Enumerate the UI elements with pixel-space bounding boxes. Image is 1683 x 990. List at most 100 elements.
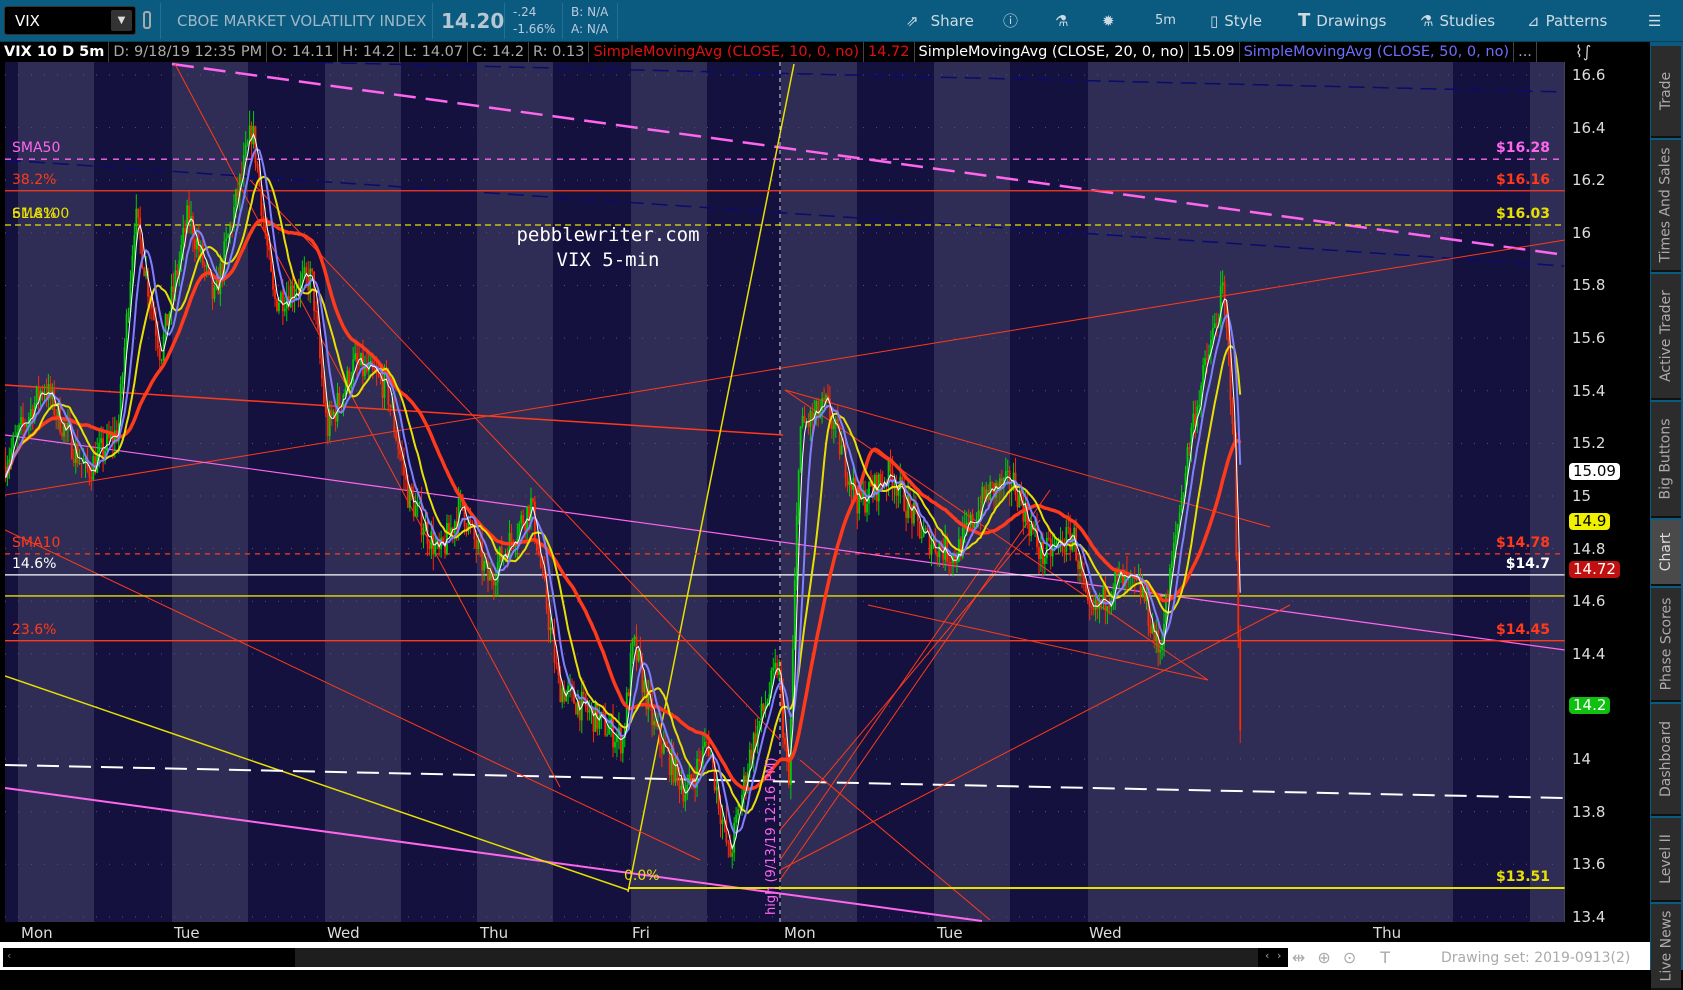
candle-body — [1180, 497, 1183, 513]
candle-body — [727, 842, 730, 844]
candle-body — [246, 141, 249, 145]
time-tick: Wed — [1089, 924, 1122, 942]
time-tick: Mon — [784, 924, 816, 942]
candle-body — [774, 662, 777, 668]
candle-body — [90, 476, 93, 480]
text-t-icon[interactable]: T — [1380, 948, 1390, 967]
scroll-right-icon[interactable]: › — [1277, 949, 1281, 962]
candle-body — [879, 474, 882, 484]
candle-body — [311, 268, 314, 272]
candle-body — [248, 125, 251, 142]
level-label-left: SMA50 — [12, 140, 61, 157]
price-chart[interactable]: pebblewriter.com VIX 5-min 0.0% high (9/… — [0, 0, 1565, 922]
sidebar-tab-level-ii[interactable]: Level II — [1651, 818, 1681, 902]
sidebar-tab-label: Level II — [1658, 834, 1675, 884]
watermark-line1: pebblewriter.com — [516, 224, 699, 246]
candle-body — [643, 680, 646, 693]
candle-body — [358, 362, 360, 365]
sidebar-tab-times-and-sales[interactable]: Times And Sales — [1651, 140, 1681, 272]
candle-body — [524, 524, 527, 531]
crosshair-icon[interactable]: ⊕ — [1317, 948, 1330, 967]
scroll-left-icon[interactable]: ‹ — [7, 949, 11, 962]
candle-body — [315, 311, 317, 313]
candle-body — [61, 432, 63, 437]
candle-body — [832, 424, 835, 430]
candle-body — [920, 536, 923, 539]
level-label-right: $16.03 — [1495, 205, 1550, 222]
sidebar-tab-active-trader[interactable]: Active Trader — [1651, 274, 1681, 400]
sidebar-tab-label: Chart — [1658, 532, 1675, 572]
level-label-left: 61.8% — [12, 205, 57, 222]
candle-body — [1192, 413, 1195, 428]
candle-body — [830, 420, 833, 430]
candle-body — [856, 496, 859, 514]
drawing-set-label[interactable]: Drawing set: 2019-0913(2) — [1441, 950, 1630, 966]
candle-body — [758, 720, 761, 727]
price-axis-toggle-icon[interactable]: ⌇∫ — [1567, 42, 1647, 62]
candle-body — [690, 774, 693, 782]
sidebar-tab-chart[interactable]: Chart — [1651, 520, 1681, 586]
candle-body — [324, 402, 327, 413]
candle-body — [1016, 495, 1019, 508]
candle-body — [602, 711, 605, 713]
candle-body — [938, 543, 941, 558]
candle-body — [281, 292, 284, 312]
candle-body — [326, 412, 329, 436]
candle-body — [356, 353, 358, 363]
candle-body — [35, 386, 38, 403]
chart-scrollbar[interactable]: ‹ ‹ › — [3, 948, 1288, 967]
time-tick: Thu — [1373, 924, 1402, 942]
sidebar-tab-trade[interactable]: Trade — [1651, 46, 1681, 138]
candle-body — [1063, 551, 1066, 553]
candle-body — [950, 562, 952, 564]
candle-body — [278, 302, 280, 312]
candle-body — [586, 706, 589, 713]
candle-body — [272, 271, 274, 290]
sidebar-tab-big-buttons[interactable]: Big Buttons — [1651, 402, 1681, 518]
sidebar-tab-dashboard[interactable]: Dashboard — [1651, 704, 1681, 816]
zoom-icon[interactable]: ⊙ — [1343, 948, 1356, 967]
candle-body — [213, 287, 216, 299]
time-tick: Thu — [480, 924, 509, 942]
scroll-left-icon[interactable]: ‹ — [1265, 949, 1269, 962]
sidebar-tab-label: Live News — [1658, 910, 1674, 982]
price-tick: 13.4 — [1572, 907, 1606, 926]
candle-body — [205, 265, 208, 267]
candle-body — [803, 415, 806, 423]
candle-body — [784, 737, 786, 745]
candle-body — [330, 409, 333, 416]
level-label-left: 38.2% — [12, 171, 57, 188]
candle-body — [1206, 358, 1208, 360]
candle-body — [793, 580, 796, 650]
time-axis[interactable]: Mon Tue Wed Thu Fri Mon Tue Wed Thu — [0, 922, 1565, 944]
menu-button[interactable]: ☰ — [1648, 0, 1661, 42]
candle-body — [520, 515, 523, 524]
candle-body — [567, 685, 570, 692]
candle-body — [621, 737, 624, 754]
candle-body — [823, 398, 825, 400]
candle-body — [619, 727, 622, 754]
level-label-right: $14.7 — [1505, 555, 1550, 572]
candle-body — [469, 519, 472, 524]
candle-body — [354, 353, 357, 360]
pan-icon[interactable]: ⇹ — [1292, 948, 1305, 967]
sidebar-tab-label: Trade — [1658, 71, 1674, 111]
candle-body — [182, 228, 185, 245]
candle-body — [907, 494, 909, 518]
price-tick: 16.6 — [1572, 66, 1606, 84]
candle-body — [905, 510, 908, 518]
candle-body — [1079, 561, 1081, 570]
candle-body — [194, 239, 196, 250]
scrollbar-thumb[interactable] — [295, 948, 1258, 967]
candle-body — [477, 540, 480, 550]
candle-body — [1008, 470, 1011, 491]
candle-body — [514, 546, 517, 548]
candle-body — [840, 445, 843, 455]
candle-body — [1239, 637, 1242, 731]
sidebar-tab-phase-scores[interactable]: Phase Scores — [1651, 588, 1681, 702]
candle-body — [680, 785, 683, 790]
candle-body — [733, 822, 736, 853]
candle-body — [1096, 599, 1099, 609]
sidebar-tab-live-news[interactable]: Live News — [1651, 904, 1681, 990]
candle-body — [24, 424, 26, 427]
